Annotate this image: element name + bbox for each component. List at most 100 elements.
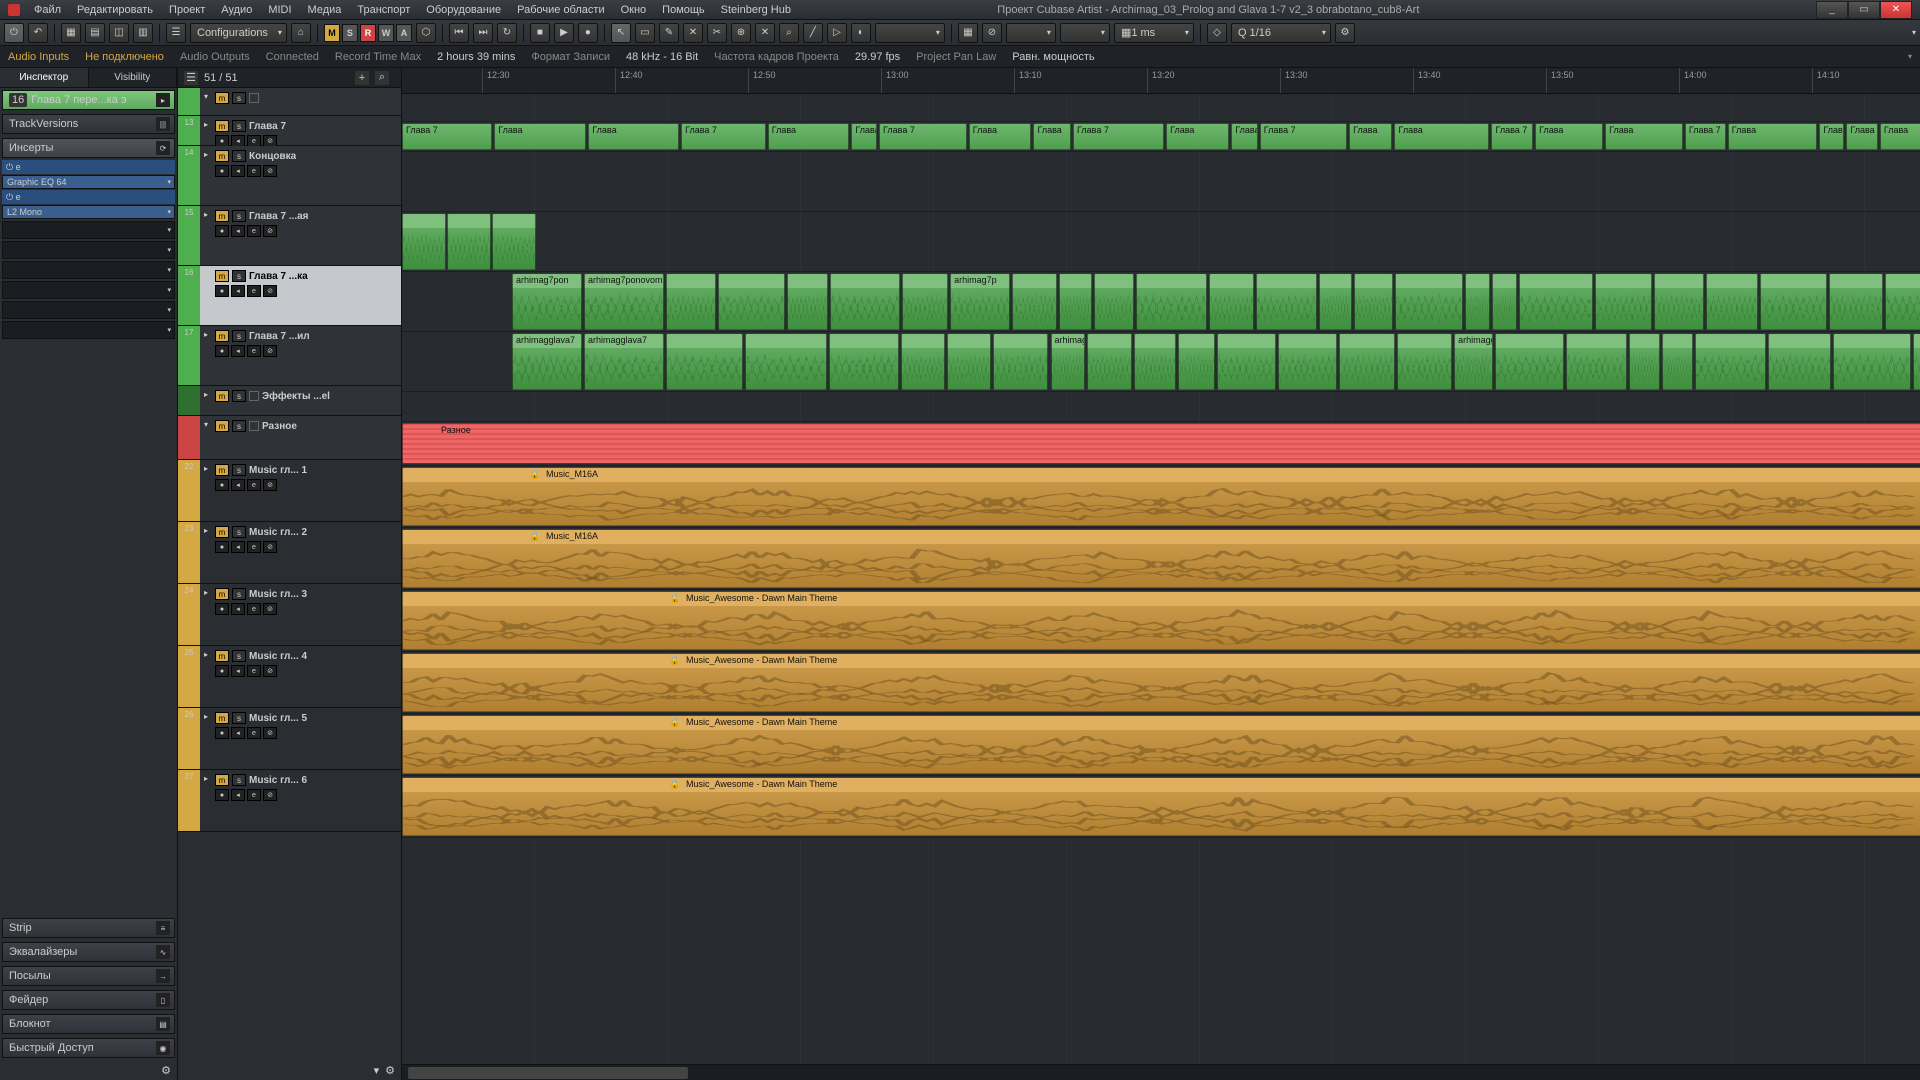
track-solo-button[interactable]: s [232,330,246,342]
menu-window[interactable]: Окно [613,4,655,16]
track-freeze-button[interactable]: ⊘ [263,541,277,553]
select-tool[interactable]: ↖ [611,23,631,43]
audio-clip[interactable]: Разное [402,423,1920,464]
track-monitor-button[interactable]: ◂ [231,345,245,357]
track-monitor-button[interactable]: ◂ [231,603,245,615]
track-row[interactable]: ▾ms [178,88,401,116]
lane[interactable]: Глава 7ГлаваГлаваГлава 7ГлаваГлаваГлава … [402,122,1920,152]
insert-slot-empty-2[interactable] [2,241,175,259]
inspector-track-versions[interactable]: TrackVersions||| [2,114,175,134]
track-row[interactable]: 14▸msКонцовка●◂e⊘ [178,146,401,206]
insert-slot-2[interactable]: L2 Mono [2,205,175,219]
mute-tool[interactable]: ✕ [755,23,775,43]
track-mute-button[interactable]: m [215,390,229,402]
audio-clip[interactable] [492,213,536,270]
track-mute-button[interactable]: m [215,270,229,282]
audio-clip[interactable] [1465,273,1490,330]
quantize-apply-button[interactable]: ◇ [1207,23,1227,43]
track-freeze-button[interactable]: ⊘ [263,225,277,237]
toolbar-btn-6[interactable]: ▥ [133,23,153,43]
track-mute-button[interactable]: m [215,150,229,162]
track-monitor-button[interactable]: ◂ [231,727,245,739]
audio-clip[interactable] [1662,333,1693,390]
track-edit-button[interactable]: e [247,603,261,615]
track-row[interactable]: 25▸msMusic гл... 4●◂e⊘ [178,646,401,708]
audio-clip[interactable]: Глава [494,123,586,150]
play-button[interactable]: ▶ [554,23,574,43]
chevron-right-icon[interactable]: ▸ [200,206,212,265]
track-solo-button[interactable]: s [232,464,246,476]
insert-slot-empty-6[interactable] [2,321,175,339]
track-row[interactable]: 24▸msMusic гл... 3●◂e⊘ [178,584,401,646]
toolbar-btn-auto[interactable]: ⬡ [416,23,436,43]
track-row[interactable]: 26▸msMusic гл... 5●◂e⊘ [178,708,401,770]
track-row[interactable]: 17▸msГлава 7 ...ил●◂e⊘ [178,326,401,386]
audio-clip[interactable] [718,273,785,330]
track-mute-button[interactable]: m [215,526,229,538]
audio-clip[interactable]: arhimagglava7 [584,333,664,390]
track-freeze-button[interactable]: ⊘ [263,727,277,739]
audio-clip[interactable] [1519,273,1592,330]
audio-clip[interactable] [1209,273,1254,330]
insert-slot-1[interactable]: Graphic EQ 64 [2,175,175,189]
menu-file[interactable]: Файл [26,4,69,16]
chevron-right-icon[interactable]: ▸ [200,646,212,707]
audio-clip[interactable] [830,273,900,330]
audio-clip[interactable]: 🔒Music_Awesome - Dawn Main Theme [402,715,1920,774]
audio-clip[interactable] [1136,273,1207,330]
line-tool[interactable]: ╱ [803,23,823,43]
mute-all-button[interactable]: M [324,24,340,42]
audio-clip[interactable]: arhimag7p [950,273,1010,330]
close-button[interactable]: ✕ [1880,1,1912,19]
track-record-button[interactable]: ● [215,225,229,237]
track-solo-button[interactable]: s [232,92,246,104]
track-edit-button[interactable]: e [247,727,261,739]
insert-slot-empty-5[interactable] [2,301,175,319]
track-solo-button[interactable]: s [232,712,246,724]
menu-audio[interactable]: Аудио [213,4,260,16]
track-record-button[interactable]: ● [215,345,229,357]
track-edit-button[interactable]: e [247,285,261,297]
go-end-button[interactable]: ⏭ [473,23,493,43]
audio-clip[interactable] [745,333,827,390]
track-mute-button[interactable]: m [215,712,229,724]
audio-clip[interactable] [1913,333,1920,390]
menu-devices[interactable]: Оборудование [418,4,509,16]
toolbar-btn-5[interactable]: ◫ [109,23,129,43]
audio-clip[interactable] [1595,273,1652,330]
track-freeze-button[interactable]: ⊘ [263,665,277,677]
insert-slot-empty-3[interactable] [2,261,175,279]
lane[interactable]: 🔒Music_M16A [402,528,1920,590]
track-edit-button[interactable]: e [247,165,261,177]
statusbar-expand-icon[interactable]: ▾ [1908,52,1912,61]
color-dropdown[interactable] [875,23,945,43]
inspector-inserts[interactable]: Инсерты⟳ [2,138,175,158]
audio-clip[interactable] [1087,333,1132,390]
audio-clip[interactable]: Глава [1819,123,1844,150]
lane[interactable]: arhimag7ponarhimag7ponovomarhimag7p [402,272,1920,332]
lane[interactable] [402,212,1920,272]
audio-clip[interactable]: Глава [1349,123,1392,150]
audio-clip[interactable] [993,333,1049,390]
track-solo-button[interactable]: s [232,270,246,282]
audio-clip[interactable]: arhimagglava7pol [1454,333,1492,390]
chevron-right-icon[interactable]: ▸ [200,266,212,325]
audio-clip[interactable]: arhimagglava7 [512,333,582,390]
track-solo-button[interactable]: s [232,526,246,538]
track-edit-button[interactable]: e [247,665,261,677]
automation-all-button[interactable]: A [396,24,412,42]
audio-clip[interactable]: arhimagglava7pol [1051,333,1085,390]
audio-clip[interactable]: Глава [851,123,877,150]
folder-toggle-icon[interactable]: ▾ [200,416,212,459]
track-freeze-button[interactable]: ⊘ [263,345,277,357]
track-record-button[interactable]: ● [215,603,229,615]
menu-midi[interactable]: MIDI [260,4,299,16]
add-track-button[interactable]: + [355,71,369,85]
audio-clip[interactable] [902,273,948,330]
audio-clip[interactable]: 🔒Music_Awesome - Dawn Main Theme [402,653,1920,712]
track-solo-button[interactable]: s [232,588,246,600]
track-monitor-button[interactable]: ◂ [231,665,245,677]
track-edit-button[interactable]: e [247,541,261,553]
audio-clip[interactable] [1885,273,1920,330]
minimize-button[interactable]: _ [1816,1,1848,19]
